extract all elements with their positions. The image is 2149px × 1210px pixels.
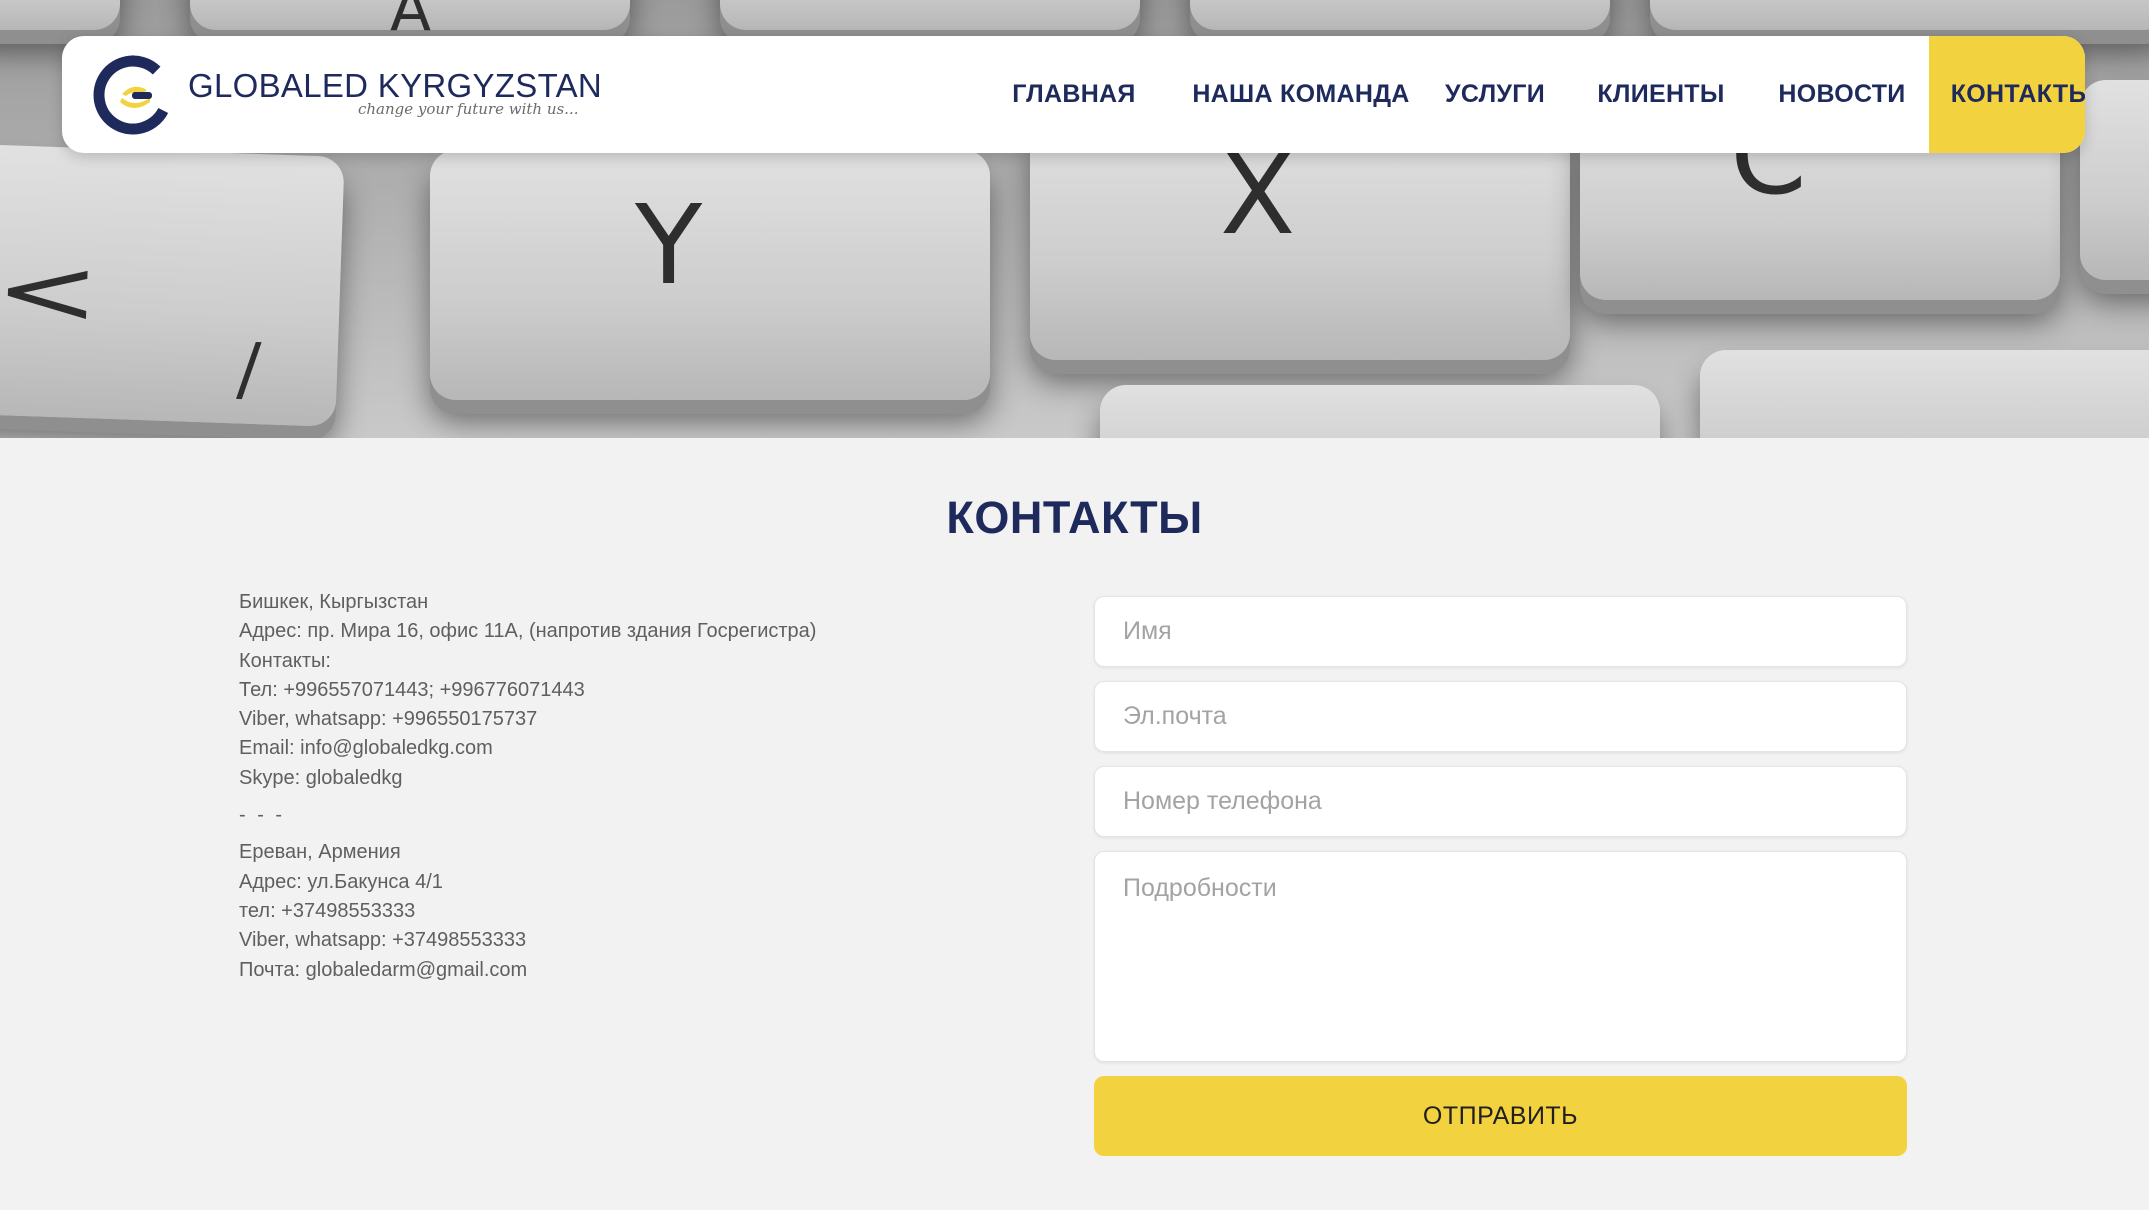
keyboard-key xyxy=(2080,80,2149,280)
office-address: Адрес: ул.Бакунса 4/1 xyxy=(239,870,443,893)
office-bishkek: Бишкек, Кыргызстан Адрес: пр. Мира 16, о… xyxy=(239,588,1059,793)
office-email: Email: info@globaledkg.com xyxy=(239,737,493,760)
office-city: Бишкек, Кыргызстан xyxy=(239,591,429,613)
contacts-heading: Контакты: xyxy=(239,649,331,672)
office-yerevan: Ереван, Армения Адрес: ул.Бакунса 4/1 те… xyxy=(239,838,1059,984)
key-glyph-slash: / xyxy=(235,327,263,411)
details-textarea[interactable] xyxy=(1094,851,1907,1062)
office-phone: Тел: +996557071443; +996776071443 xyxy=(239,678,585,701)
office-email: Почта: globaledarm@gmail.com xyxy=(239,958,528,981)
brand-tagline: change your future with us... xyxy=(358,100,579,118)
office-address: Адрес: пр. Мира 16, офис 11А, (напротив … xyxy=(239,620,817,643)
keyboard-key xyxy=(1650,0,2149,30)
keyboard-key: A xyxy=(190,0,630,40)
top-navbar: GLOBALED KYRGYZSTAN change your future w… xyxy=(62,36,2085,153)
submit-button[interactable]: ОТПРАВИТЬ xyxy=(1094,1076,1907,1156)
keyboard-key xyxy=(1190,0,1610,30)
nav-item-news[interactable]: НОВОСТИ xyxy=(1755,36,1929,153)
office-phone: тел: +37498553333 xyxy=(239,899,416,922)
keyboard-key xyxy=(1100,385,1660,438)
keyboard-key xyxy=(0,0,120,30)
key-glyph-less-than: < xyxy=(0,236,103,346)
globaled-logo-icon[interactable] xyxy=(92,54,174,136)
keyboard-key xyxy=(1700,350,2149,438)
key-glyph-a: A xyxy=(390,0,432,45)
nav-item-team[interactable]: НАША КОМАНДА xyxy=(1179,36,1423,153)
contact-info-block: Бишкек, Кыргызстан Адрес: пр. Мира 16, о… xyxy=(239,588,1059,985)
name-input[interactable] xyxy=(1094,596,1907,667)
nav-item-contacts[interactable]: КОНТАКТЫ xyxy=(1929,36,2085,153)
offices-separator: - - - xyxy=(239,804,286,827)
keyboard-key: Y xyxy=(430,150,990,400)
email-input[interactable] xyxy=(1094,681,1907,752)
nav-item-clients[interactable]: КЛИЕНТЫ xyxy=(1567,36,1755,153)
phone-input[interactable] xyxy=(1094,766,1907,837)
office-messengers: Viber, whatsapp: +37498553333 xyxy=(239,929,527,952)
office-city: Ереван, Армения xyxy=(239,841,401,864)
nav-item-services[interactable]: УСЛУГИ xyxy=(1423,36,1567,153)
keyboard-key xyxy=(720,0,1140,30)
nav-item-home[interactable]: ГЛАВНАЯ xyxy=(969,36,1179,153)
page-title: КОНТАКТЫ xyxy=(946,492,1203,543)
office-messengers: Viber, whatsapp: +996550175737 xyxy=(239,708,538,731)
key-glyph-y: Y xyxy=(635,181,703,309)
office-skype: Skype: globaledkg xyxy=(239,766,403,789)
key-glyph-x: X xyxy=(1220,131,1296,259)
keyboard-key: < / xyxy=(0,143,345,427)
keyboard-key: X xyxy=(1030,120,1570,360)
